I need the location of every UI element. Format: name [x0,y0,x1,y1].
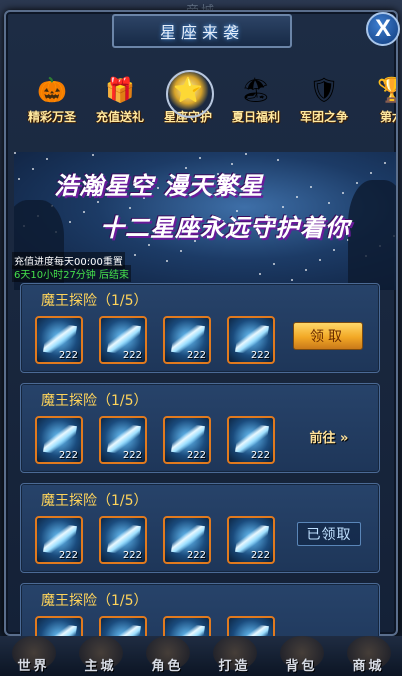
reward-item[interactable]: 222 [227,316,275,364]
reward-item[interactable]: 222 [163,316,211,364]
window-title: 星座来袭 [159,23,244,42]
summer-icon: 🏖 [240,76,272,104]
tab-label: 夏日福利 [231,110,280,124]
pumpkin-icon: 🎃 [37,76,67,104]
gift-icon: 🎁 [105,76,135,104]
nav-city[interactable]: 主城 [71,636,131,676]
tab-pumpkin[interactable]: 🎃 精彩万圣 [18,70,86,130]
nav-shop[interactable]: 商城 [339,636,399,676]
task-title: 魔王探险（1/5） [41,593,148,609]
tab-label: 充值送礼 [95,110,144,124]
task-card: 魔王探险（1/5） 222 222 222 222 前往 » [20,383,380,473]
banner-slogan-line2: 十二星座永远守护着你 [100,214,350,242]
reward-item[interactable]: 222 [35,416,83,464]
banner-slogan-line1: 浩瀚星空 漫天繁星 [54,172,264,200]
reward-quantity: 222 [58,350,78,361]
task-card: 魔王探险（1/5） 222 222 222 222 领取 [20,283,380,373]
claimed-badge: 已领取 [297,522,361,546]
nav-character[interactable]: 角色 [138,636,198,676]
tab-extra[interactable]: 🏆第六 [358,70,396,130]
nav-label: 世界 [17,659,50,674]
claim-button[interactable]: 领取 [293,322,363,350]
bottom-nav: 世界 主城 角色 打造 背包 商城 [0,636,402,676]
shield-icon: 🛡 [308,76,340,104]
reward-item[interactable]: 222 [99,416,147,464]
reward-item[interactable]: 222 [35,316,83,364]
task-list: 魔王探险（1/5） 222 222 222 222 领取 魔王探险（1/5） 222 222 22… [20,283,380,676]
nav-label: 主城 [84,659,117,674]
reward-quantity: 222 [122,550,142,561]
reward-quantity: 222 [58,550,78,561]
reward-quantity: 222 [58,450,78,461]
reward-quantity: 222 [186,550,206,561]
nav-label: 商城 [352,659,385,674]
tab-label: 第六 [379,110,396,124]
tab-summer[interactable]: 🏖 夏日福利 [222,70,290,130]
task-title: 魔王探险（1/5） [41,393,148,409]
tab-label: 军团之争 [299,110,348,124]
reward-item[interactable]: 222 [163,416,211,464]
reward-quantity: 222 [186,450,206,461]
task-card: 魔王探险（1/5） 222 222 222 222 已领取 [20,483,380,573]
event-countdown: 6天10小时27分钟 后结束 [12,265,131,282]
reward-quantity: 222 [122,450,142,461]
nav-forge[interactable]: 打造 [205,636,265,676]
nav-label: 打造 [218,659,251,674]
reward-items: 222 222 222 222 [35,316,275,364]
task-title: 魔王探险（1/5） [41,493,148,509]
event-tabs: 🎃 精彩万圣 🎁 充值送礼 ⭐星座守护 🏖 夏日福利 🛡 军团之争 🏆第六 [18,70,396,130]
reward-items: 222 222 222 222 [35,516,275,564]
nav-label: 角色 [151,659,184,674]
tab-gift[interactable]: 🎁 充值送礼 [86,70,154,130]
tab-label: 精彩万圣 [27,110,76,124]
star-icon: ⭐ [166,70,210,110]
tab-label: 星座守护 [163,110,212,124]
reward-item[interactable]: 222 [227,516,275,564]
reward-item[interactable]: 222 [99,516,147,564]
reward-item[interactable]: 222 [35,516,83,564]
tab-shield[interactable]: 🛡 军团之争 [290,70,358,130]
reward-quantity: 222 [122,350,142,361]
tab-star[interactable]: ⭐ 星座守护 [154,70,222,130]
extra-icon: 🏆 [370,70,396,110]
reward-item[interactable]: 222 [99,316,147,364]
reward-items: 222 222 222 222 [35,416,275,464]
nav-label: 背包 [285,659,318,674]
reward-quantity: 222 [250,450,270,461]
banner-tree-right [348,180,396,290]
window-title-bar: 星座来袭 [112,14,292,48]
task-title: 魔王探险（1/5） [41,293,148,309]
reward-item[interactable]: 222 [227,416,275,464]
close-button[interactable]: X [366,12,400,46]
reward-item[interactable]: 222 [163,516,211,564]
goto-button[interactable]: 前往 » [297,424,361,448]
nav-world[interactable]: 世界 [4,636,64,676]
nav-bag[interactable]: 背包 [272,636,332,676]
reward-quantity: 222 [186,350,206,361]
reward-quantity: 222 [250,550,270,561]
reward-quantity: 222 [250,350,270,361]
